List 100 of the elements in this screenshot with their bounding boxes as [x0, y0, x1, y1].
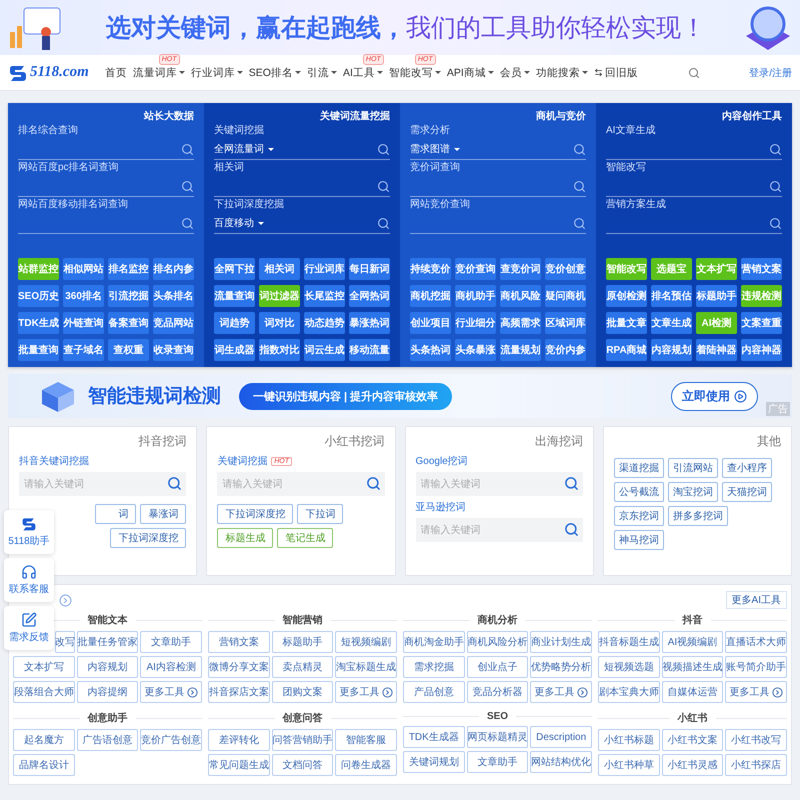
tool-button[interactable]: 动态趋势 [304, 312, 345, 334]
ai-tool-button[interactable]: 品牌名设计 [13, 754, 75, 776]
ai-tool-button[interactable]: 直播话术大师 [725, 631, 787, 653]
tool-button[interactable]: 每日新词 [349, 258, 390, 280]
old-version-link[interactable]: 回旧版 [594, 66, 638, 80]
ai-tool-button[interactable]: TDK生成器 [403, 726, 465, 748]
ai-tool-button[interactable]: 智能客服 [335, 729, 397, 751]
tool-button[interactable]: 暴涨热词 [349, 312, 390, 334]
tool-button[interactable]: 营销文案 [741, 258, 782, 280]
tool-button[interactable]: 行业词库 [304, 258, 345, 280]
promo-banner[interactable]: 智能违规词检测 一键识别违规内容 | 提升内容审核效率 立即使用 广告 [8, 374, 792, 418]
search-icon[interactable] [564, 522, 579, 537]
tool-button[interactable]: 商机挖掘 [410, 285, 451, 307]
tool-button[interactable]: 疑问商机 [545, 285, 586, 307]
tool-button[interactable]: 排名内参 [153, 258, 194, 280]
tool-button[interactable]: 头条暴涨 [455, 339, 496, 361]
float-bar-button[interactable]: 5118助手 [4, 510, 54, 554]
ai-tool-button[interactable]: 关键词规划 [403, 751, 465, 773]
tool-button[interactable]: 竞价内参 [545, 339, 586, 361]
tool-button[interactable]: 词云生成 [304, 339, 345, 361]
ai-tool-button[interactable]: 账号简介助手 [725, 656, 787, 678]
tool-button[interactable]: 排名预估 [651, 285, 692, 307]
tool-button[interactable]: 相关词 [259, 258, 300, 280]
ai-tool-button[interactable]: 内容规划 [76, 656, 138, 678]
nav-link[interactable]: API商城 [446, 66, 486, 80]
query-option-dropdown[interactable]: 需求图谱 [410, 142, 460, 156]
tool-button[interactable]: 外链查询 [63, 312, 104, 334]
tool-button[interactable]: 备案查询 [108, 312, 150, 334]
tool-button[interactable]: 标题助手 [696, 285, 737, 307]
keyword-input-field[interactable]: 请输入关键词 [416, 472, 583, 496]
query-field[interactable]: AI文章生成 [606, 123, 782, 160]
tool-button[interactable]: 商机助手 [455, 285, 496, 307]
ai-tool-button[interactable]: AI内容检测 [140, 656, 202, 678]
keyword-input-field[interactable]: 请输入关键词 [19, 472, 186, 496]
tool-button[interactable]: 创业项目 [410, 312, 451, 334]
keyword-input-field[interactable]: 请输入关键词 [416, 518, 583, 542]
tool-button[interactable]: 内容规划 [651, 339, 692, 361]
ai-tool-button[interactable]: 优势略势分析 [530, 656, 592, 678]
tool-button[interactable]: 移动流量 [349, 339, 390, 361]
tool-button[interactable]: 查竞价词 [500, 258, 541, 280]
keyword-tool-button[interactable]: 暴涨词 [140, 504, 186, 524]
ai-tool-button[interactable]: 网站结构优化 [530, 751, 592, 773]
nav-link[interactable]: 流量词库 [132, 66, 177, 80]
query-field[interactable]: 需求分析 需求图谱 [410, 123, 586, 160]
ai-tool-button[interactable]: 微博分享文案 [208, 656, 270, 678]
channel-tag[interactable]: 公号截流 [614, 482, 664, 502]
channel-tag[interactable]: 渠道挖掘 [614, 458, 664, 478]
more-ai-tools-button[interactable]: 更多AI工具 [726, 591, 787, 609]
tool-button[interactable]: 指数对比 [259, 339, 300, 361]
tool-button[interactable]: TDK生成 [18, 312, 60, 334]
ai-tool-button[interactable]: 抖音探店文案 [208, 681, 270, 703]
more-tools-button[interactable]: 更多工具 [725, 681, 787, 703]
ai-tool-button[interactable]: 竞品分析器 [466, 681, 528, 703]
tool-button[interactable]: 查子域名 [63, 339, 104, 361]
tool-button[interactable]: 流量规划 [500, 339, 541, 361]
ai-tool-button[interactable]: 小红书改写 [725, 729, 787, 751]
search-icon[interactable] [769, 180, 782, 193]
ai-tool-button[interactable]: 小红书探店 [725, 754, 787, 776]
tool-button[interactable]: 着陆神器 [696, 339, 737, 361]
tool-button[interactable]: 持续竞价 [410, 258, 451, 280]
query-field[interactable]: 营销方案生成 [606, 197, 782, 234]
ai-tool-button[interactable]: 产品创意 [403, 681, 465, 703]
query-field[interactable]: 竞价词查询 [410, 160, 586, 197]
ai-tool-button[interactable]: 差评转化 [208, 729, 270, 751]
tool-button[interactable]: RPA商城 [606, 339, 647, 361]
search-icon[interactable] [181, 143, 194, 156]
ai-tool-button[interactable]: 文章助手 [140, 631, 202, 653]
ai-tool-button[interactable]: 抖音标题生成 [598, 631, 660, 653]
tool-button[interactable]: 竞价查询 [455, 258, 496, 280]
tool-button[interactable]: 文章生成 [651, 312, 692, 334]
channel-tag[interactable]: 查小程序 [722, 458, 772, 478]
ai-tool-button[interactable]: 文章助手 [466, 751, 528, 773]
tool-button[interactable]: 竞品网站 [153, 312, 194, 334]
tool-button[interactable]: 360排名 [63, 285, 104, 307]
login-link[interactable]: 登录/注册 [749, 66, 792, 80]
ai-tool-button[interactable]: 短视频选题 [598, 656, 660, 678]
search-icon[interactable] [688, 66, 700, 78]
search-icon[interactable] [564, 476, 579, 491]
query-field[interactable]: 网站竞价查询 [410, 197, 586, 234]
query-field[interactable]: 相关词 [214, 160, 390, 197]
tool-button[interactable]: 词趋势 [214, 312, 255, 334]
field-label-link[interactable]: Google挖词 [416, 454, 583, 468]
search-icon[interactable] [377, 143, 390, 156]
channel-tag[interactable]: 引流网站 [668, 458, 718, 478]
tool-button[interactable]: 批量文章 [606, 312, 647, 334]
ai-tool-button[interactable]: 小红书标题 [598, 729, 660, 751]
keyword-tool-button[interactable]: 下拉词深度挖 [217, 504, 294, 524]
ai-tool-button[interactable]: 商业计划生成 [530, 631, 592, 653]
ai-tool-button[interactable]: 常见问题生成 [208, 754, 270, 776]
tool-button[interactable]: 文案查重 [741, 312, 782, 334]
use-now-button[interactable]: 立即使用 [671, 382, 758, 410]
tool-button[interactable]: 引流挖掘 [108, 285, 150, 307]
tool-button[interactable]: 全网下拉 [214, 258, 255, 280]
channel-tag[interactable]: 京东挖词 [614, 506, 664, 526]
search-icon[interactable] [167, 476, 182, 491]
ai-tool-button[interactable]: 问答营销助手 [272, 729, 334, 751]
tool-button[interactable]: 内容神器 [741, 339, 782, 361]
ai-tool-button[interactable]: 标题助手 [272, 631, 334, 653]
more-tools-button[interactable]: 更多工具 [335, 681, 397, 703]
tool-button[interactable]: 头条热词 [410, 339, 451, 361]
